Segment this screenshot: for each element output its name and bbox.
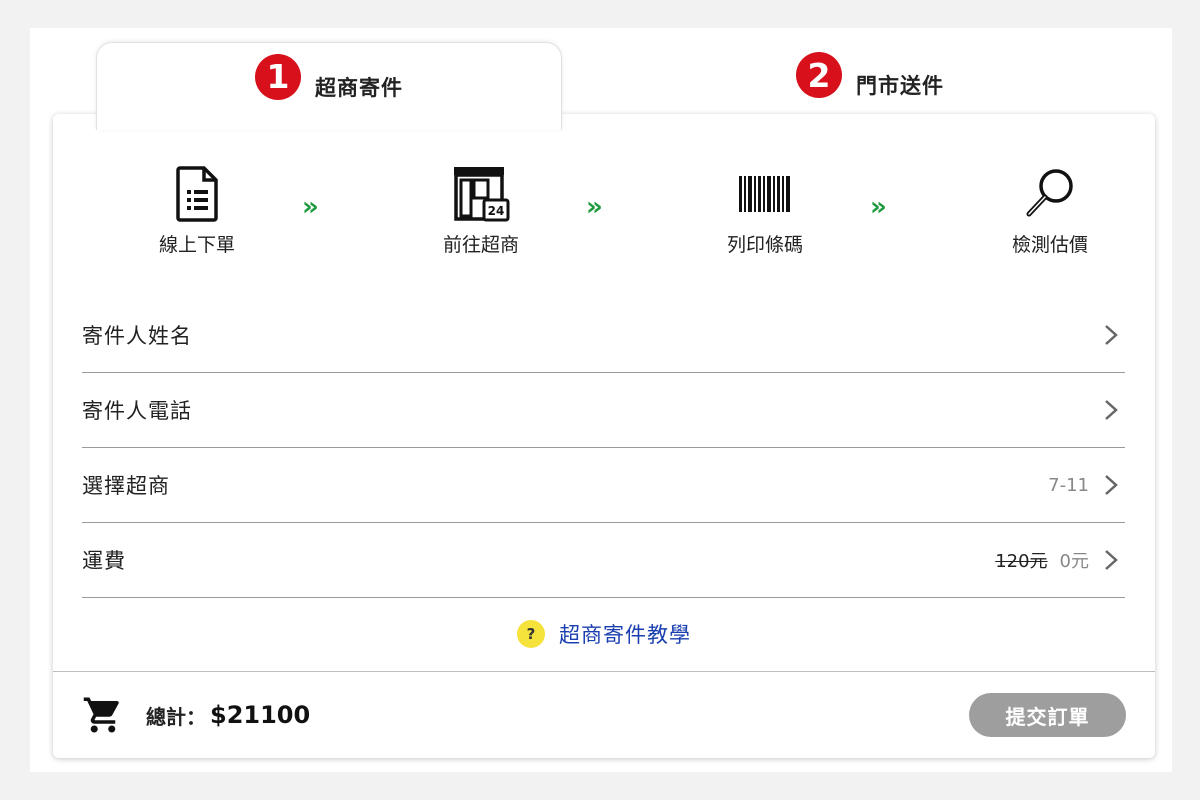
select-store-row[interactable]: 選擇超商 7-11 (82, 448, 1125, 523)
process-steps: 線上下單 » 24 前往超商 » 列印條碼 » 檢測估價 (53, 164, 1155, 264)
discounted-fee: 0元 (1059, 551, 1089, 572)
convenience-store-24-icon: 24 (454, 167, 510, 222)
total-section: 總計： $21100 (82, 694, 310, 736)
row-label: 寄件人姓名 (82, 324, 192, 348)
chevron-right-icon (1105, 550, 1118, 570)
barcode-icon (739, 176, 790, 212)
process-step: 列印條碼 (685, 164, 845, 257)
row-right: 120元 0元 (995, 547, 1125, 573)
sender-name-row[interactable]: 寄件人姓名 (82, 298, 1125, 373)
tab-store-shipping[interactable]: 1 超商寄件 (96, 42, 562, 130)
step-label: 前往超商 (442, 234, 519, 256)
row-right (1103, 398, 1125, 422)
tab-label: 門市送件 (856, 74, 944, 98)
step-label: 檢測估價 (1011, 234, 1088, 256)
row-right (1103, 323, 1125, 347)
magnifier-icon (1026, 169, 1073, 217)
step-label: 線上下單 (158, 234, 235, 256)
submit-order-button[interactable]: 提交訂單 (969, 693, 1126, 737)
process-step: 檢測估價 (970, 164, 1130, 257)
original-fee: 120元 (995, 551, 1048, 572)
total-label: 總計： (146, 704, 206, 729)
shipping-form: 寄件人姓名 寄件人電話 選擇超商 7-11 運費 120元 0元 (82, 298, 1125, 598)
total-amount: $21100 (210, 701, 311, 729)
selected-store-value: 7-11 (1048, 474, 1089, 496)
step-arrow-icon: » (586, 192, 603, 222)
step-arrow-icon: » (870, 192, 887, 222)
question-icon: ? (517, 620, 545, 648)
step-label: 列印條碼 (726, 234, 803, 256)
help-section: ? 超商寄件教學 (53, 604, 1155, 664)
step-number-badge: 2 (796, 52, 842, 98)
shipping-fee-row[interactable]: 運費 120元 0元 (82, 523, 1125, 598)
row-label: 運費 (82, 549, 126, 573)
document-list-icon (176, 166, 218, 222)
chevron-right-icon (1105, 400, 1118, 420)
order-footer: 總計： $21100 提交訂單 (53, 671, 1155, 758)
process-step: 線上下單 (117, 164, 277, 257)
sender-phone-row[interactable]: 寄件人電話 (82, 373, 1125, 448)
tab-label: 超商寄件 (315, 75, 403, 100)
page-frame: 1 超商寄件 2 門市送件 線上下單 » 24 前往超商 » 列印條碼 » 檢測… (30, 28, 1172, 772)
tutorial-link[interactable]: 超商寄件教學 (559, 619, 691, 649)
cart-icon (83, 697, 119, 733)
row-label: 寄件人電話 (82, 399, 192, 423)
process-step: 24 前往超商 (401, 164, 561, 257)
row-right: 7-11 (1048, 473, 1125, 497)
step-number-badge: 1 (255, 53, 301, 100)
svg-text:24: 24 (488, 204, 505, 218)
chevron-right-icon (1105, 325, 1118, 345)
step-arrow-icon: » (302, 192, 319, 222)
shipping-card: 線上下單 » 24 前往超商 » 列印條碼 » 檢測估價 寄件人姓名 寄件人電話… (53, 114, 1155, 758)
chevron-right-icon (1105, 475, 1118, 495)
row-label: 選擇超商 (82, 474, 170, 498)
